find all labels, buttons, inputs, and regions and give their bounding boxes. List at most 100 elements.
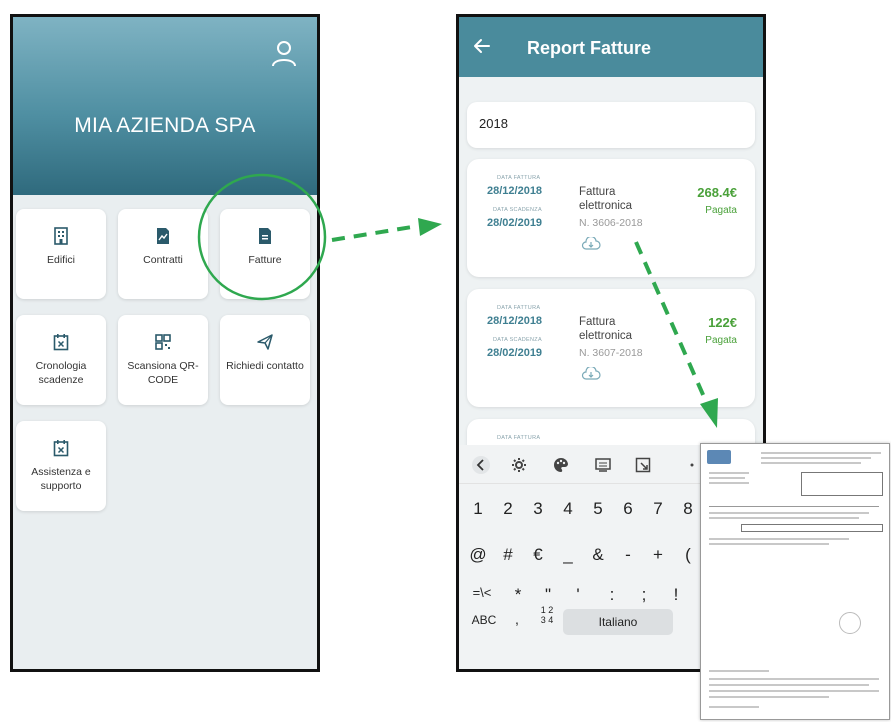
tile-label: Fatture: [248, 254, 282, 266]
key[interactable]: 5: [585, 499, 611, 519]
search-input[interactable]: [479, 116, 739, 131]
tile-richiedi-contatto[interactable]: Richiedi contatto: [220, 315, 310, 405]
page-title: Report Fatture: [527, 38, 652, 58]
invoice-document-preview: [700, 443, 890, 720]
invoice-card[interactable]: DATA FATTURA 28/12/2018 DATA SCADENZA 28…: [467, 289, 755, 407]
invoice-status: Pagata: [705, 335, 737, 346]
tile-label: Edifici: [46, 254, 75, 266]
document-logo: [707, 450, 731, 464]
settings-gear-icon[interactable]: [511, 457, 527, 473]
key[interactable]: 2: [495, 499, 521, 519]
key[interactable]: ": [535, 585, 561, 605]
doc-line: [709, 482, 749, 484]
tile-contratti[interactable]: Contratti: [118, 209, 208, 299]
key-more-symbols[interactable]: =\<: [465, 585, 499, 600]
date-label: DATA FATTURA: [497, 305, 541, 311]
doc-line: [761, 452, 881, 454]
dashed-arrow-to-report: [331, 224, 419, 242]
cloud-download-icon[interactable]: [581, 367, 601, 381]
building-icon: [54, 227, 68, 245]
key[interactable]: #: [495, 545, 521, 565]
space-bar[interactable]: Italiano: [563, 609, 673, 635]
tile-scansiona-qr[interactable]: Scansiona QR-CODE: [118, 315, 208, 405]
tile-label: Scansiona QR-CODE: [127, 360, 199, 386]
invoice-amount: 122€: [708, 315, 737, 330]
invoice-number: N. 3606-2018: [579, 217, 643, 229]
contract-document-icon: [157, 228, 169, 244]
home-header: MIA AZIENDA SPA: [13, 17, 317, 195]
search-box[interactable]: [467, 102, 755, 148]
tile-label: Cronologia scadenze: [35, 360, 87, 386]
due-date: 28/02/2019: [487, 217, 543, 229]
tile-label: Assistenza e supporto: [31, 466, 91, 492]
doc-rule: [709, 506, 879, 507]
back-arrow-icon[interactable]: [473, 37, 491, 55]
due-date-label: DATA SCADENZA: [493, 207, 542, 213]
invoice-date: 28/12/2018: [487, 315, 543, 327]
key[interactable]: 8: [675, 499, 701, 519]
cloud-download-icon[interactable]: [581, 237, 601, 251]
numkey-top: 1 2: [540, 605, 554, 615]
key[interactable]: €: [525, 545, 551, 565]
invoice-status: Pagata: [705, 205, 737, 216]
invoice-date: 28/12/2018: [487, 185, 543, 197]
doc-address-box: [801, 472, 883, 496]
invoice-amount: 268.4€: [697, 185, 737, 200]
tile-label: Contratti: [143, 254, 183, 266]
doc-line: [709, 670, 769, 672]
tile-fatture[interactable]: Fatture: [220, 209, 310, 299]
user-profile-icon[interactable]: [271, 39, 297, 67]
tile-edifici[interactable]: Edifici: [16, 209, 106, 299]
key[interactable]: (: [675, 545, 701, 565]
invoice-description: Fattura elettronica: [579, 316, 633, 342]
qr-code-icon: [155, 334, 171, 350]
tile-cronologia-scadenze[interactable]: Cronologia scadenze: [16, 315, 106, 405]
key[interactable]: ': [565, 585, 591, 605]
doc-line: [709, 684, 869, 686]
doc-line: [709, 472, 749, 474]
home-screen: MIA AZIENDA SPA Edifici Contratti Fattur…: [10, 14, 320, 672]
key-numbers-toggle[interactable]: 1 2 3 4: [535, 605, 559, 625]
app-bar: Report Fatture: [459, 17, 763, 77]
key[interactable]: +: [645, 545, 671, 565]
tile-label: Richiedi contatto: [226, 360, 304, 372]
key[interactable]: :: [599, 585, 625, 605]
key[interactable]: 3: [525, 499, 551, 519]
loading-spinner-icon: [839, 612, 861, 634]
key[interactable]: -: [615, 545, 641, 565]
key-comma[interactable]: ,: [511, 611, 523, 627]
doc-line: [709, 517, 859, 519]
invoice-card[interactable]: DATA FATTURA 28/12/2018 DATA SCADENZA 28…: [467, 159, 755, 277]
more-options-icon[interactable]: [687, 457, 697, 473]
company-name: MIA AZIENDA SPA: [74, 114, 256, 137]
key[interactable]: *: [505, 585, 531, 605]
calendar-x-icon: [53, 334, 69, 351]
keyboard-mode-icon[interactable]: [595, 457, 611, 473]
numkey-bottom: 3 4: [540, 615, 554, 625]
key[interactable]: ;: [631, 585, 657, 605]
key[interactable]: 4: [555, 499, 581, 519]
invoice-number: N. 3607-2018: [579, 347, 643, 359]
doc-line: [709, 543, 829, 545]
key[interactable]: 6: [615, 499, 641, 519]
doc-line: [709, 678, 879, 680]
key[interactable]: !: [663, 585, 689, 605]
key[interactable]: 7: [645, 499, 671, 519]
key[interactable]: _: [555, 545, 581, 565]
tile-assistenza-supporto[interactable]: Assistenza e supporto: [16, 421, 106, 511]
date-label: DATA FATTURA: [497, 435, 541, 441]
arrowhead-to-report: [418, 218, 442, 236]
due-date-label: DATA SCADENZA: [493, 337, 542, 343]
doc-line: [761, 462, 861, 464]
doc-line: [761, 457, 871, 459]
theme-palette-icon[interactable]: [553, 457, 569, 473]
doc-line: [709, 696, 829, 698]
key[interactable]: 1: [465, 499, 491, 519]
key-abc[interactable]: ABC: [467, 613, 501, 627]
doc-line: [709, 512, 869, 514]
resize-keyboard-icon[interactable]: [635, 457, 651, 473]
key[interactable]: @: [465, 545, 491, 565]
key[interactable]: &: [585, 545, 611, 565]
chevron-left-icon[interactable]: [471, 455, 491, 475]
invoice-document-icon: [259, 228, 271, 244]
